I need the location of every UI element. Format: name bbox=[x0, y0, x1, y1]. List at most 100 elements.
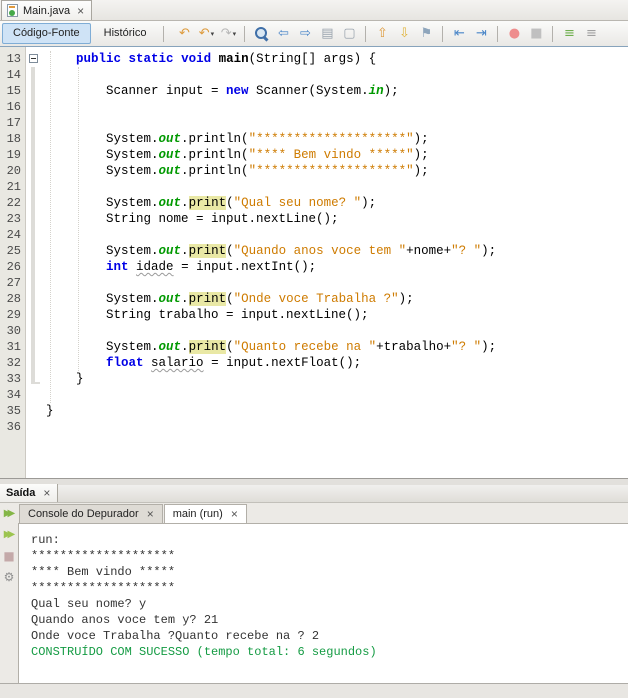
code-text bbox=[42, 67, 628, 83]
rerun-with-changes-icon[interactable]: ▶▶ bbox=[1, 527, 17, 542]
code-line[interactable]: 16 bbox=[0, 99, 628, 115]
code-line[interactable]: 15 Scanner input = new Scanner(System.in… bbox=[0, 83, 628, 99]
line-number: 30 bbox=[0, 323, 26, 339]
code-line[interactable]: 36 bbox=[0, 419, 628, 435]
netbeans-window: Main.java × Código-Fonte Histórico ↶↶▾↷▾… bbox=[0, 0, 628, 698]
code-editor[interactable]: 13 public static void main(String[] args… bbox=[0, 47, 628, 478]
line-number: 36 bbox=[0, 419, 26, 435]
find-previous-occurrence-icon[interactable]: ⇦ bbox=[273, 24, 293, 44]
shift-line-right-icon[interactable]: ⇥ bbox=[471, 24, 491, 44]
back-icon[interactable]: ↶▾ bbox=[196, 24, 216, 44]
console-line: run: bbox=[31, 532, 628, 548]
code-line[interactable]: 20 System.out.println("*****************… bbox=[0, 163, 628, 179]
code-line[interactable]: 27 bbox=[0, 275, 628, 291]
code-text: public static void main(String[] args) { bbox=[42, 51, 628, 67]
code-line[interactable]: 24 bbox=[0, 227, 628, 243]
close-icon[interactable]: × bbox=[231, 509, 238, 519]
settings-icon[interactable]: ⚙ bbox=[1, 569, 17, 584]
previous-bookmark-icon[interactable]: ⇧ bbox=[372, 24, 392, 44]
code-line[interactable]: 22 System.out.print("Qual seu nome? "); bbox=[0, 195, 628, 211]
fold-line bbox=[31, 83, 35, 99]
fold-line bbox=[31, 99, 35, 115]
splitter[interactable] bbox=[0, 478, 628, 485]
code-line[interactable]: 34 bbox=[0, 387, 628, 403]
code-line[interactable]: 18 System.out.println("*****************… bbox=[0, 131, 628, 147]
close-icon[interactable]: × bbox=[77, 6, 84, 16]
code-line[interactable]: 32 float salario = input.nextFloat(); bbox=[0, 355, 628, 371]
code-text: float salario = input.nextFloat(); bbox=[42, 355, 628, 371]
tab-historico[interactable]: Histórico bbox=[93, 23, 158, 44]
close-icon[interactable]: × bbox=[43, 488, 50, 498]
tab-main-run[interactable]: main (run) × bbox=[164, 504, 247, 523]
line-number: 27 bbox=[0, 275, 26, 291]
line-number: 24 bbox=[0, 227, 26, 243]
last-edit-position-icon[interactable]: ↶ bbox=[174, 24, 194, 44]
code-text bbox=[42, 179, 628, 195]
comment-icon[interactable]: ≡ bbox=[559, 24, 579, 44]
toolbar-separator bbox=[552, 26, 553, 42]
fold-line bbox=[31, 147, 35, 163]
fold-gutter bbox=[26, 259, 42, 275]
console-line: ******************** bbox=[31, 580, 628, 596]
line-number: 25 bbox=[0, 243, 26, 259]
code-line[interactable]: 31 System.out.print("Quanto recebe na "+… bbox=[0, 339, 628, 355]
close-icon[interactable]: × bbox=[147, 509, 154, 519]
find-next-occurrence-icon[interactable]: ⇨ bbox=[295, 24, 315, 44]
toggle-bookmark-icon[interactable]: ⚑ bbox=[416, 24, 436, 44]
line-number: 28 bbox=[0, 291, 26, 307]
dropdown-caret-icon[interactable]: ▾ bbox=[211, 30, 215, 38]
fold-gutter bbox=[26, 403, 42, 419]
toolbar-separator bbox=[244, 26, 245, 42]
tab-label: main (run) bbox=[173, 508, 223, 520]
dropdown-caret-icon[interactable]: ▾ bbox=[233, 30, 237, 38]
code-line[interactable]: 13 public static void main(String[] args… bbox=[0, 51, 628, 67]
line-number: 22 bbox=[0, 195, 26, 211]
code-line[interactable]: 25 System.out.print("Quando anos voce te… bbox=[0, 243, 628, 259]
code-line[interactable]: 26 int idade = input.nextInt(); bbox=[0, 259, 628, 275]
code-line[interactable]: 19 System.out.println("**** Bem vindo **… bbox=[0, 147, 628, 163]
code-line[interactable]: 29 String trabalho = input.nextLine(); bbox=[0, 307, 628, 323]
rectangular-selection-icon[interactable]: ▢ bbox=[339, 24, 359, 44]
fold-line bbox=[31, 115, 35, 131]
tab-main-java[interactable]: Main.java × bbox=[1, 0, 92, 20]
fold-gutter bbox=[26, 371, 42, 387]
shift-line-left-icon[interactable]: ⇤ bbox=[449, 24, 469, 44]
toggle-highlight-search-icon[interactable]: ▤ bbox=[317, 24, 337, 44]
line-number: 21 bbox=[0, 179, 26, 195]
code-line[interactable]: 28 System.out.print("Onde voce Trabalha … bbox=[0, 291, 628, 307]
console-output[interactable]: run:************************ Bem vindo *… bbox=[18, 523, 628, 683]
fold-gutter bbox=[26, 163, 42, 179]
fold-collapse-icon[interactable] bbox=[29, 54, 38, 63]
tab-label: Console do Depurador bbox=[28, 508, 139, 520]
line-number: 16 bbox=[0, 99, 26, 115]
code-line[interactable]: 17 bbox=[0, 115, 628, 131]
tab-codigo-fonte[interactable]: Código-Fonte bbox=[2, 23, 91, 44]
start-macro-recording-icon[interactable]: ● bbox=[504, 24, 524, 44]
line-number: 15 bbox=[0, 83, 26, 99]
fold-gutter bbox=[26, 83, 42, 99]
code-line[interactable]: 30 bbox=[0, 323, 628, 339]
line-number: 18 bbox=[0, 131, 26, 147]
uncomment-icon[interactable]: ≡ bbox=[581, 24, 601, 44]
code-line[interactable]: 14 bbox=[0, 67, 628, 83]
line-number: 23 bbox=[0, 211, 26, 227]
forward-icon[interactable]: ↷▾ bbox=[218, 24, 238, 44]
tab-saida[interactable]: Saída × bbox=[0, 484, 58, 502]
code-line[interactable]: 23 String nome = input.nextLine(); bbox=[0, 211, 628, 227]
code-line[interactable]: 33 } bbox=[0, 371, 628, 387]
tab-console-do-depurador[interactable]: Console do Depurador × bbox=[19, 504, 163, 523]
stop-macro-recording-icon[interactable]: ■ bbox=[526, 24, 546, 44]
code-text: System.out.print("Onde voce Trabalha ?")… bbox=[42, 291, 628, 307]
fold-gutter bbox=[26, 51, 42, 67]
code-text: System.out.print("Quando anos voce tem "… bbox=[42, 243, 628, 259]
next-bookmark-icon[interactable]: ⇩ bbox=[394, 24, 414, 44]
rerun-icon[interactable]: ▶▶ bbox=[1, 506, 17, 521]
code-line[interactable]: 21 bbox=[0, 179, 628, 195]
code-line[interactable]: 35} bbox=[0, 403, 628, 419]
fold-line bbox=[31, 323, 35, 339]
find-icon[interactable] bbox=[251, 24, 271, 44]
fold-gutter bbox=[26, 179, 42, 195]
code-text bbox=[42, 275, 628, 291]
status-bar bbox=[0, 683, 628, 698]
toolbar-separator bbox=[163, 26, 164, 42]
